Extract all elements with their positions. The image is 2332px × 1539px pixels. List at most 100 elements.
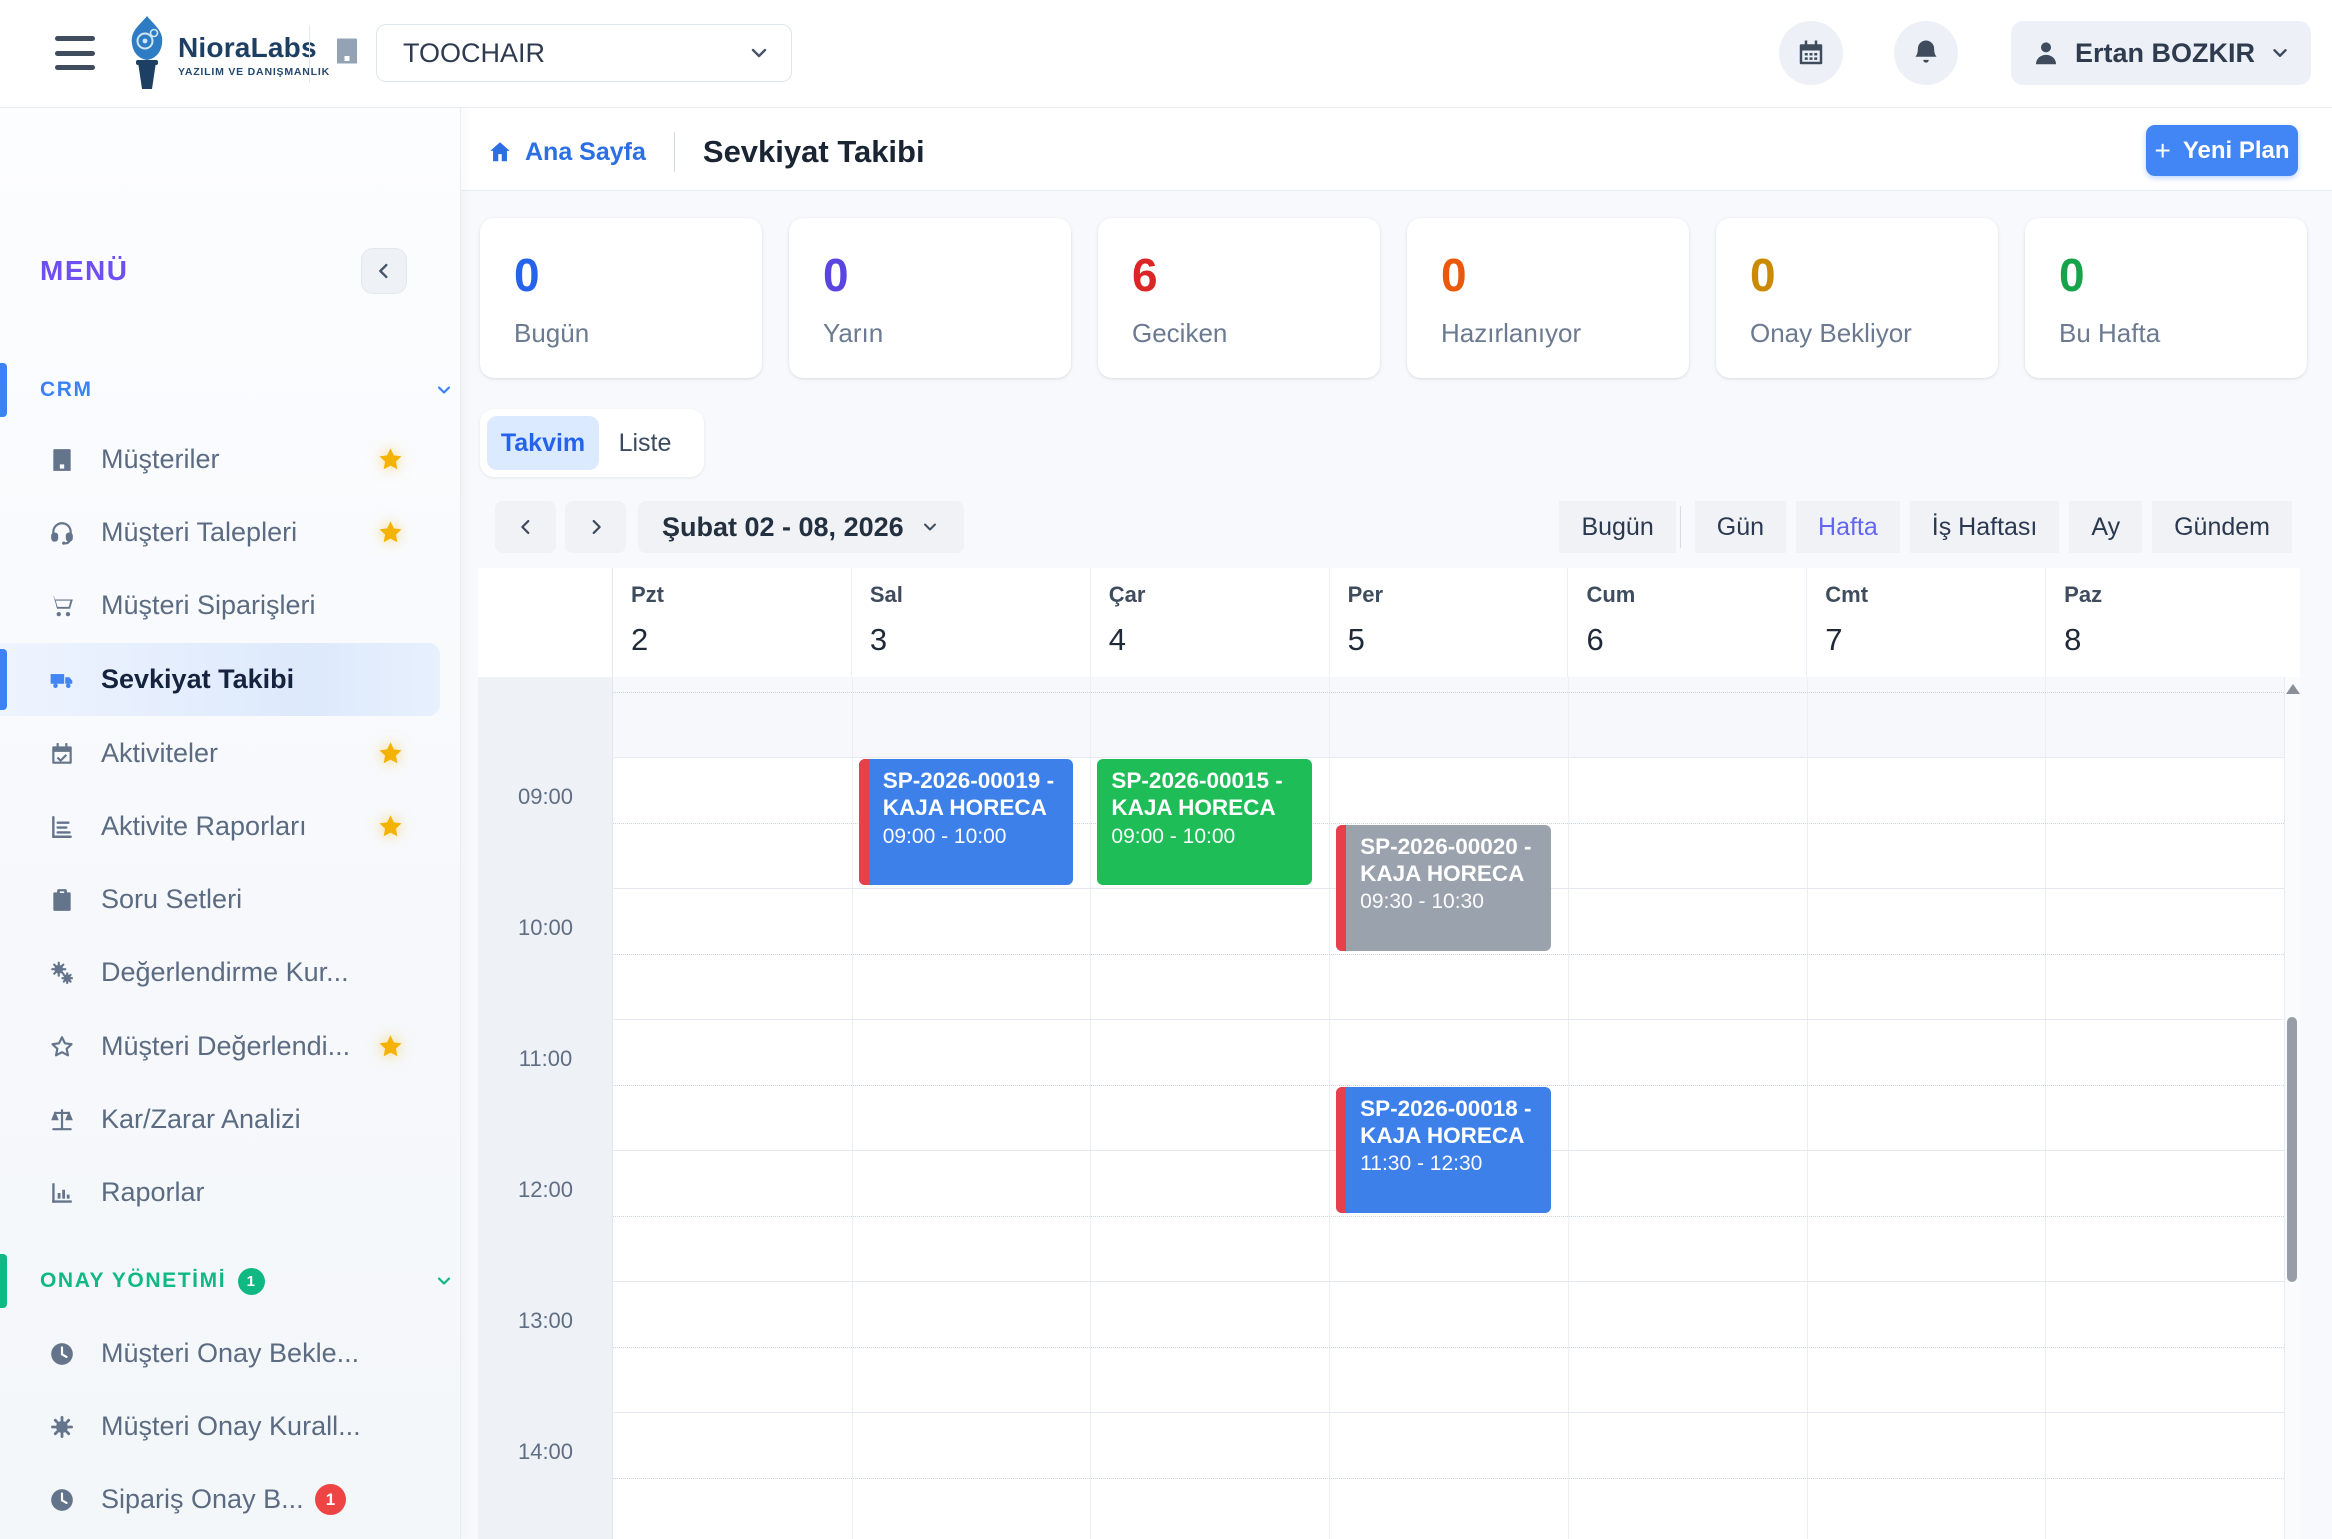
stat-label: Bugün <box>514 318 589 349</box>
breadcrumb: Ana Sayfa Sevkiyat Takibi <box>487 132 925 172</box>
calendar-button[interactable] <box>1779 21 1843 85</box>
chevron-down-icon <box>434 380 454 400</box>
scales-icon <box>49 1107 75 1133</box>
tab-liste[interactable]: Liste <box>599 416 691 470</box>
sidebar-section-onay-yonetimi[interactable]: ONAY YÖNETİMİ 1 <box>40 1261 265 1301</box>
sidebar-item-kar-zarar-analizi[interactable]: Kar/Zarar Analizi <box>0 1083 460 1156</box>
calendar-check-icon <box>49 741 75 767</box>
calendar-scrollbar-thumb[interactable] <box>2287 1017 2297 1282</box>
active-indicator <box>0 649 7 710</box>
sidebar-item-musteri-onay-kurallari[interactable]: Müşteri Onay Kurall... <box>0 1390 460 1463</box>
date-range-picker[interactable]: Şubat 02 - 08, 2026 <box>638 501 964 553</box>
grid-column-line <box>852 677 853 1539</box>
calendar-view-switcher: Bugün Gün Hafta İş Haftası Ay Gündem <box>1559 501 2292 553</box>
favorite-star-icon[interactable] <box>377 740 404 767</box>
time-label: 11:00 <box>478 1046 613 1072</box>
scrollbar-up-arrow[interactable] <box>2286 684 2300 694</box>
calendar-event[interactable]: SP-2026-00020 - KAJA HORECA09:30 - 10:30 <box>1336 825 1551 951</box>
headset-icon <box>49 520 75 546</box>
plus-icon: + <box>2154 137 2170 165</box>
new-plan-button[interactable]: + Yeni Plan <box>2146 125 2298 176</box>
view-gun[interactable]: Gün <box>1695 501 1786 553</box>
late-indicator-bar <box>1336 1087 1346 1213</box>
late-indicator-bar <box>1336 825 1346 951</box>
sidebar-section-crm[interactable]: CRM <box>40 370 93 410</box>
day-header-cmt[interactable]: Cmt7 <box>1806 568 2045 677</box>
calendar-event[interactable]: SP-2026-00018 - KAJA HORECA11:30 - 12:30 <box>1336 1087 1551 1213</box>
tab-takvim[interactable]: Takvim <box>487 416 599 470</box>
stat-label: Yarın <box>823 318 883 349</box>
view-hafta[interactable]: Hafta <box>1796 501 1900 553</box>
time-label: 12:00 <box>478 1177 613 1203</box>
chevron-down-icon <box>747 41 771 65</box>
hamburger-menu-icon[interactable] <box>55 36 95 70</box>
day-header-car[interactable]: Çar4 <box>1090 568 1329 677</box>
event-time: 11:30 - 12:30 <box>1360 1152 1541 1176</box>
user-menu[interactable]: Ertan BOZKIR <box>2011 21 2311 85</box>
sidebar-item-sevkiyat-takibi[interactable]: Sevkiyat Takibi <box>0 643 440 716</box>
sidebar-item-soru-setleri[interactable]: Soru Setleri <box>0 863 460 936</box>
sidebar-title: MENÜ <box>40 255 128 287</box>
page-title: Sevkiyat Takibi <box>703 134 925 170</box>
grid-halfhour-line <box>613 692 2284 693</box>
sidebar-item-musteri-talepleri[interactable]: Müşteri Talepleri <box>0 496 460 569</box>
calendar-event[interactable]: SP-2026-00015 - KAJA HORECA09:00 - 10:00 <box>1097 759 1312 885</box>
breadcrumb-home-link[interactable]: Ana Sayfa <box>525 138 646 167</box>
favorite-star-icon[interactable] <box>377 446 404 473</box>
sidebar-item-musteri-degerlendirme[interactable]: Müşteri Değerlendi... <box>0 1010 460 1083</box>
grid-column-line <box>1090 677 1091 1539</box>
views-divider <box>1680 506 1681 548</box>
sidebar-item-musteriler[interactable]: Müşteriler <box>0 423 460 496</box>
favorite-star-icon[interactable] <box>377 519 404 546</box>
day-header-cum[interactable]: Cum6 <box>1567 568 1806 677</box>
sidebar-item-aktivite-raporlari[interactable]: Aktivite Raporları <box>0 790 460 863</box>
off-hours-band <box>613 677 2284 757</box>
sidebar-item-musteri-onay-bekleyen[interactable]: Müşteri Onay Bekle... <box>0 1317 460 1390</box>
day-header-sal[interactable]: Sal3 <box>851 568 1090 677</box>
day-header-pzt[interactable]: Pzt2 <box>613 568 851 677</box>
home-icon[interactable] <box>487 139 513 165</box>
view-bugun[interactable]: Bugün <box>1559 501 1675 553</box>
favorite-star-icon[interactable] <box>377 813 404 840</box>
prev-week-button[interactable] <box>495 501 556 553</box>
event-title: SP-2026-00019 - KAJA HORECA <box>883 767 1064 822</box>
sidebar-item-musteri-siparisleri[interactable]: Müşteri Siparişleri <box>0 569 460 642</box>
sidebar-item-degerlendirme-kurallari[interactable]: Değerlendirme Kur... <box>0 936 460 1009</box>
sidebar-item-siparis-onay-bekleyen[interactable]: Sipariş Onay B... 1 <box>0 1463 460 1536</box>
sidebar-item-raporlar[interactable]: Raporlar <box>0 1156 460 1229</box>
brand-name: NioraLabs <box>178 32 330 64</box>
sidebar-collapse-button[interactable] <box>361 248 407 294</box>
pending-count-badge: 1 <box>315 1484 346 1515</box>
view-ay[interactable]: Ay <box>2069 501 2142 553</box>
sidebar: MENÜ CRM Müşteriler Müşteri Talepleri <box>0 107 461 1539</box>
view-is-haftasi[interactable]: İş Haftası <box>1910 501 2060 553</box>
calendar-event[interactable]: SP-2026-00019 - KAJA HORECA09:00 - 10:00 <box>859 759 1074 885</box>
grid-halfhour-line <box>613 1216 2284 1217</box>
time-label: 14:00 <box>478 1439 613 1465</box>
chevron-down-icon <box>920 517 940 537</box>
clock-icon <box>49 1341 75 1367</box>
late-indicator-bar <box>859 759 869 885</box>
sidebar-item-aktiviteler[interactable]: Aktiviteler <box>0 717 460 790</box>
stat-card-onay-bekliyor: 0 Onay Bekliyor <box>1716 218 1998 378</box>
day-header-paz[interactable]: Paz8 <box>2045 568 2284 677</box>
notifications-button[interactable] <box>1894 21 1958 85</box>
stat-value: 0 <box>514 248 540 302</box>
stat-value: 0 <box>2059 248 2085 302</box>
view-gundem[interactable]: Gündem <box>2152 501 2292 553</box>
time-label: 10:00 <box>478 915 613 941</box>
stat-card-geciken: 6 Geciken <box>1098 218 1380 378</box>
company-select[interactable]: TOOCHAIR <box>376 24 792 82</box>
grid-hour-line <box>613 1019 2284 1020</box>
gear-icon <box>49 1414 75 1440</box>
next-week-button[interactable] <box>565 501 626 553</box>
clock-icon <box>49 1487 75 1513</box>
stat-card-bu-hafta: 0 Bu Hafta <box>2025 218 2307 378</box>
favorite-star-icon[interactable] <box>377 1033 404 1060</box>
day-header-per[interactable]: Per5 <box>1329 568 1568 677</box>
topbar-divider <box>309 25 310 83</box>
calendar-icon <box>1796 38 1826 68</box>
calendar-grid[interactable]: 08:0009:0010:0011:0012:0013:0014:00 SP-2… <box>478 677 2300 1539</box>
crm-section-accent <box>0 363 7 417</box>
grid-hour-line <box>613 1281 2284 1282</box>
